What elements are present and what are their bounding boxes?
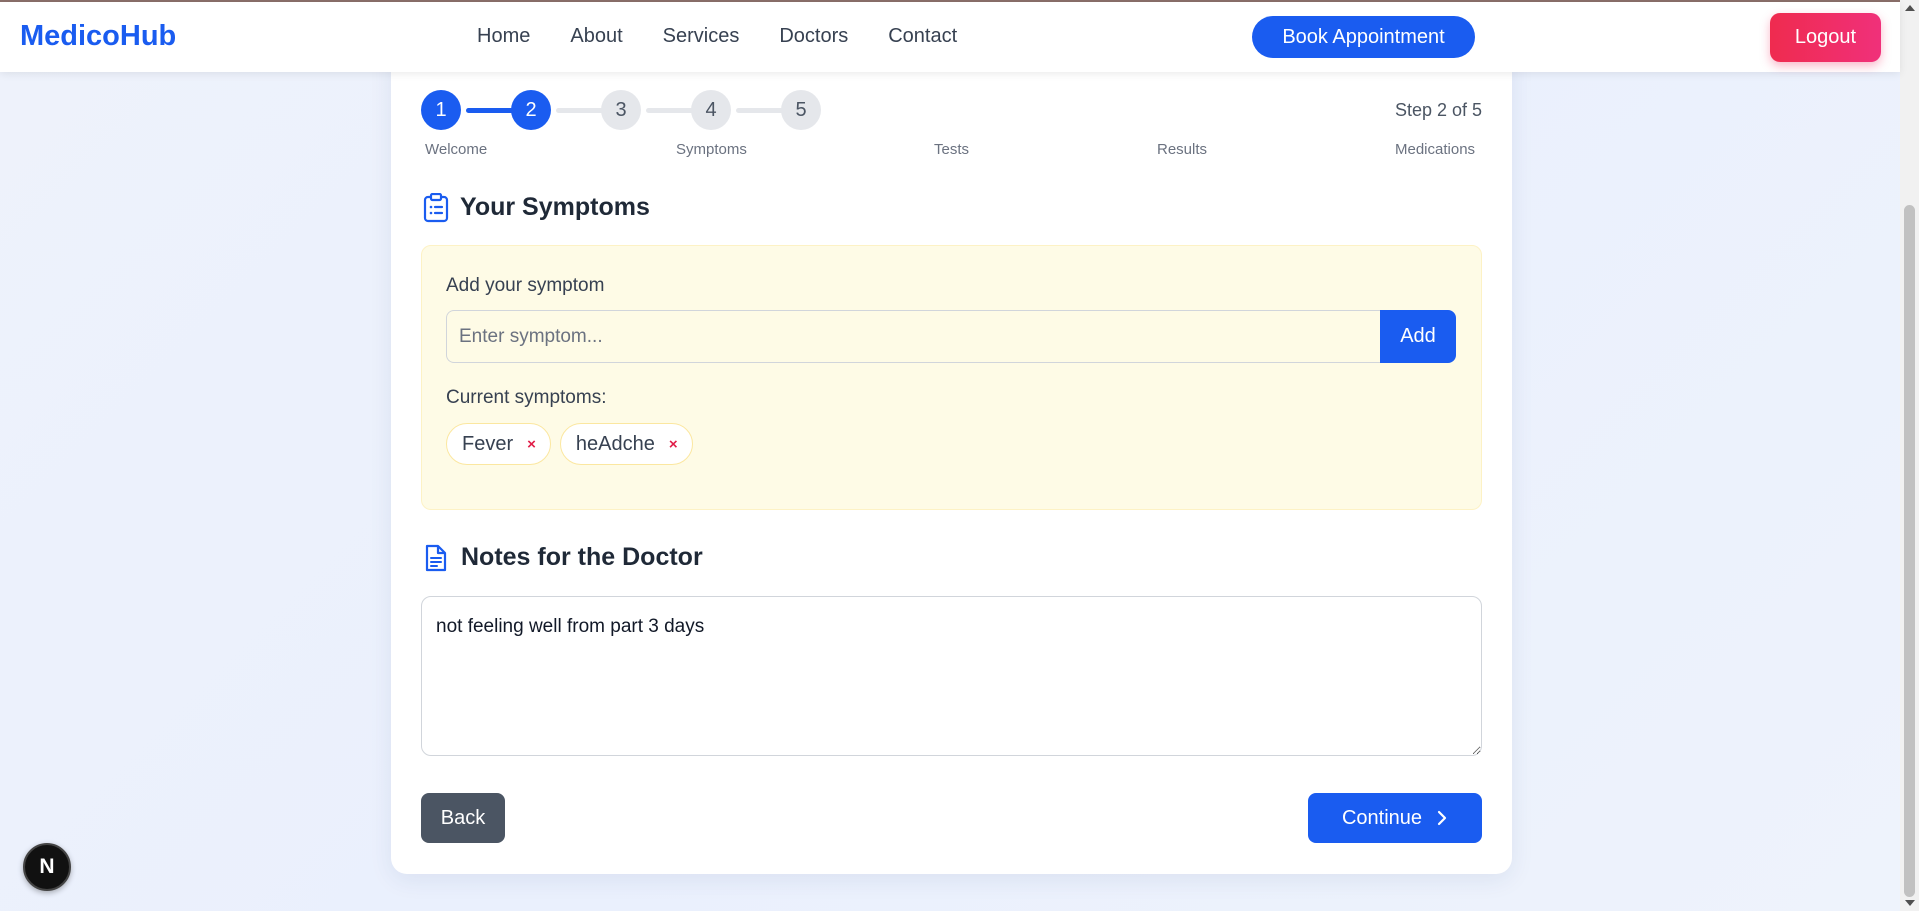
step-connector-4 [736, 108, 786, 113]
continue-label: Continue [1341, 806, 1423, 829]
step-4-circle: 4 [691, 90, 731, 130]
step-label-tests: Tests [934, 141, 970, 158]
step-3-circle: 3 [601, 90, 641, 130]
top-navbar: MedicoHub Home About Services Doctors Co… [0, 2, 1900, 72]
continue-button[interactable]: Continue [1308, 793, 1482, 843]
step-connector-2 [556, 108, 606, 113]
add-symptom-button[interactable]: Add [1380, 310, 1456, 363]
page-scrollbar[interactable] [1900, 0, 1919, 911]
progress-stepper: 1 2 3 4 5 [421, 90, 825, 130]
scrollbar-thumb[interactable] [1904, 205, 1915, 897]
symptom-chip: Fever × [446, 423, 551, 465]
scroll-down-arrow-icon[interactable] [1905, 900, 1915, 906]
current-symptoms-label: Current symptoms: [446, 387, 607, 408]
nav-link-doctors[interactable]: Doctors [779, 25, 848, 48]
step-5-circle: 5 [781, 90, 821, 130]
doctor-notes-textarea[interactable]: not feeling well from part 3 days [421, 596, 1482, 756]
notes-section-title: Notes for the Doctor [461, 543, 703, 571]
clipboard-list-icon [423, 193, 449, 223]
logout-button[interactable]: Logout [1770, 13, 1881, 62]
step-connector-1 [466, 108, 516, 113]
symptom-chip-label: heAdche [575, 432, 655, 455]
document-icon [425, 544, 447, 572]
symptom-input[interactable] [446, 310, 1381, 363]
brand-logo[interactable]: MedicoHub [20, 20, 176, 53]
nav-links: Home About Services Doctors Contact [477, 25, 957, 48]
step-1-circle: 1 [421, 90, 461, 130]
step-2-circle: 2 [511, 90, 551, 130]
symptom-chip-label: Fever [462, 432, 514, 455]
scroll-up-arrow-icon[interactable] [1905, 5, 1915, 11]
nav-link-about[interactable]: About [570, 25, 622, 48]
chevron-right-icon [1437, 810, 1447, 826]
remove-symptom-icon[interactable]: × [669, 436, 678, 453]
symptom-chip: heAdche × [559, 423, 693, 465]
back-button[interactable]: Back [421, 793, 505, 843]
step-label-results: Results [1157, 141, 1208, 158]
add-symptom-label: Add your symptom [446, 275, 605, 296]
symptom-chip-list: Fever × heAdche × [446, 423, 693, 465]
nextjs-dev-badge[interactable]: N [23, 843, 71, 891]
nav-link-home[interactable]: Home [477, 25, 530, 48]
nav-link-services[interactable]: Services [663, 25, 740, 48]
symptoms-section-title: Your Symptoms [460, 193, 650, 221]
step-label-symptoms: Symptoms [676, 141, 747, 158]
book-appointment-button[interactable]: Book Appointment [1252, 16, 1475, 58]
step-label-welcome: Welcome [425, 141, 488, 158]
remove-symptom-icon[interactable]: × [527, 436, 536, 453]
step-progress-text: Step 2 of 5 [1395, 100, 1483, 120]
step-label-medications: Medications [1395, 141, 1476, 158]
nav-link-contact[interactable]: Contact [888, 25, 957, 48]
step-connector-3 [646, 108, 696, 113]
